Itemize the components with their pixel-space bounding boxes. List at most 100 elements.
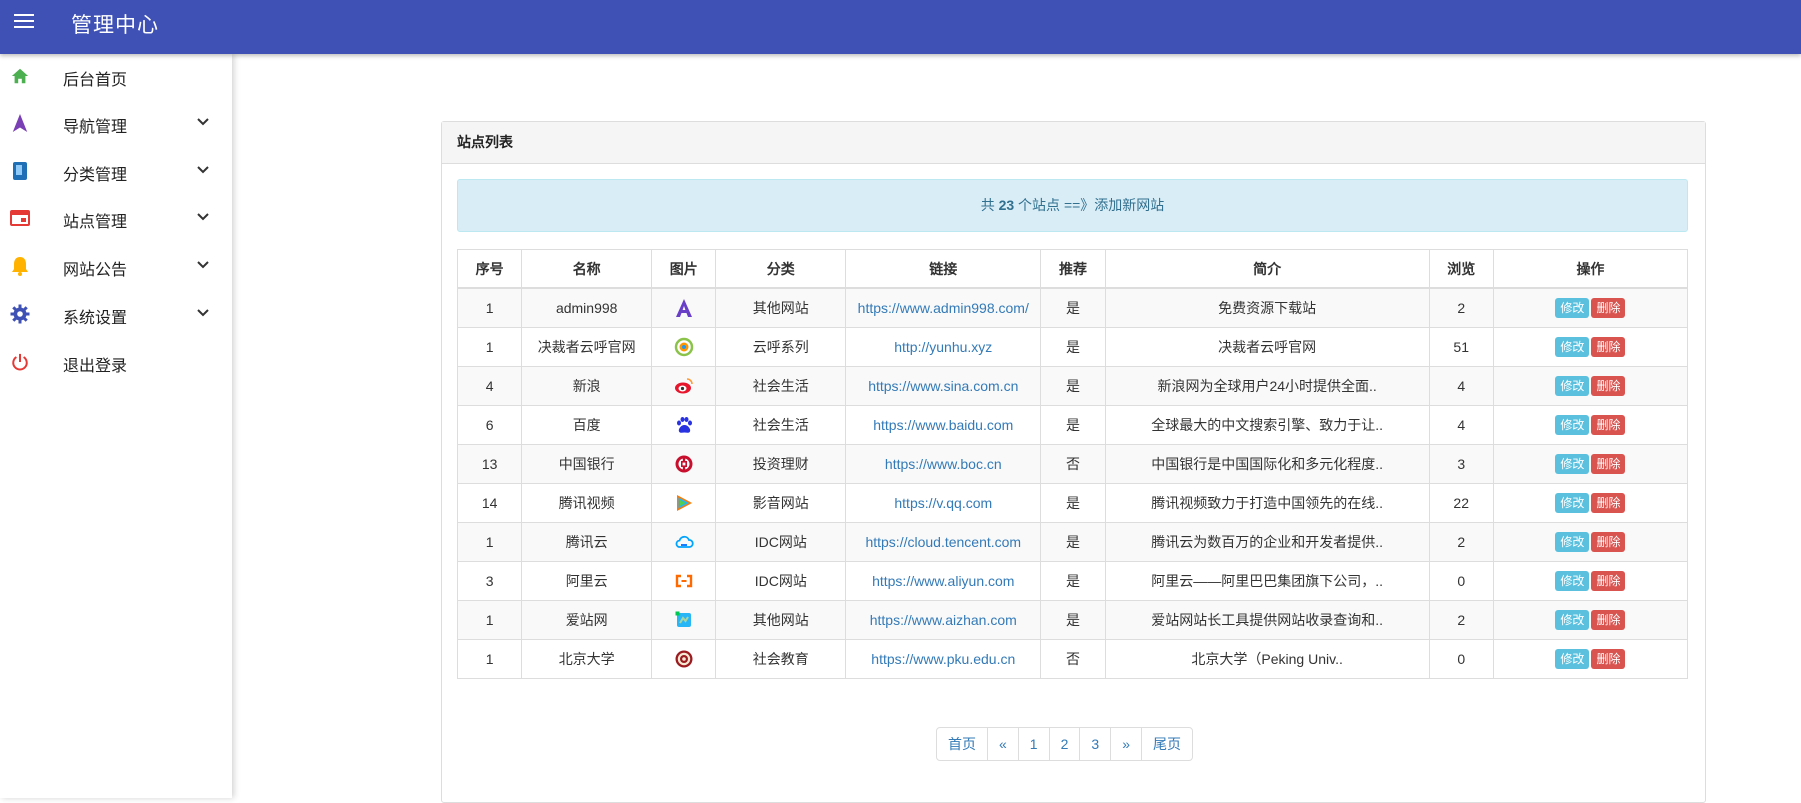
edit-button[interactable]: 修改 [1555, 454, 1590, 474]
table-row: 1 决裁者云呼官网 云呼系列 http://yunhu.xyz 是决裁者云呼官网 51 修改… [456, 327, 1689, 367]
sina-weibo-logo-icon [674, 376, 694, 396]
edit-button[interactable]: 修改 [1555, 532, 1590, 552]
pagination: 首页 « 1 2 3 » 尾页 [936, 727, 1193, 761]
site-name: admin998 [521, 287, 653, 328]
row-id: 1 [456, 327, 523, 367]
site-link[interactable]: https://cloud.tencent.com [865, 534, 1021, 550]
site-description: 新浪网为全球用户24小时提供全面.. [1104, 366, 1430, 406]
sidebar-item-categories[interactable]: 分类管理 [0, 149, 232, 193]
home-icon [10, 66, 30, 86]
site-link-cell: https://v.qq.com [845, 483, 1042, 523]
prev-page-button[interactable]: « [987, 727, 1019, 761]
table-row: 6 百度 社会生活 https://www.baidu.com 是全球最大的中文搜索引擎… [456, 405, 1689, 445]
actions-cell: 修改 删除 [1492, 639, 1689, 679]
delete-button[interactable]: 删除 [1591, 649, 1626, 669]
chevron-down-icon [197, 261, 209, 269]
main-content: 站点列表 共 23 个站点 ==》添加新网站 序号 名称 图片 分类 链接 推荐… [232, 54, 1801, 803]
delete-button[interactable]: 删除 [1591, 298, 1626, 318]
delete-button[interactable]: 删除 [1591, 337, 1626, 357]
site-image-cell [651, 287, 717, 328]
boc-logo-icon [674, 454, 694, 474]
site-name: 腾讯云 [521, 522, 653, 562]
edit-button[interactable]: 修改 [1555, 571, 1590, 591]
site-link-cell: https://www.aliyun.com [845, 561, 1042, 601]
site-link[interactable]: https://www.aliyun.com [872, 573, 1014, 589]
row-id: 4 [456, 366, 523, 406]
sidebar-item-label: 导航管理 [63, 119, 128, 136]
site-image-cell [651, 561, 717, 601]
sidebar-item-settings[interactable]: 系统设置 [0, 292, 232, 336]
site-link-cell: https://cloud.tencent.com [845, 522, 1042, 562]
actions-cell: 修改 删除 [1492, 327, 1689, 367]
sidebar-item-dashboard[interactable]: 后台首页 [0, 54, 232, 98]
edit-button[interactable]: 修改 [1555, 493, 1590, 513]
site-count: 23 [998, 197, 1015, 213]
edit-button[interactable]: 修改 [1555, 649, 1590, 669]
site-link[interactable]: https://www.boc.cn [885, 456, 1002, 472]
row-id: 14 [456, 483, 523, 523]
site-image-cell [651, 522, 717, 562]
site-category: 社会生活 [715, 366, 847, 406]
edit-button[interactable]: 修改 [1555, 337, 1590, 357]
delete-button[interactable]: 删除 [1591, 376, 1626, 396]
site-category: 社会教育 [715, 639, 847, 679]
sidebar-item-logout[interactable]: 退出登录 [0, 340, 232, 384]
delete-button[interactable]: 删除 [1591, 415, 1626, 435]
edit-button[interactable]: 修改 [1555, 610, 1590, 630]
alert-suffix: 个站点 [1014, 197, 1064, 213]
sidebar-item-label: 分类管理 [63, 167, 128, 184]
site-link[interactable]: https://www.baidu.com [873, 417, 1013, 433]
site-link[interactable]: http://yunhu.xyz [894, 339, 992, 355]
column-header: 推荐 [1040, 249, 1106, 289]
site-link[interactable]: https://www.pku.edu.cn [871, 651, 1015, 667]
site-description: 北京大学（Peking Univ.. [1104, 639, 1430, 679]
first-page-button[interactable]: 首页 [936, 727, 988, 761]
recommended-flag: 否 [1040, 639, 1106, 679]
site-name: 中国银行 [521, 444, 653, 484]
page-1-button[interactable]: 1 [1017, 727, 1050, 761]
hamburger-menu-icon[interactable] [12, 12, 36, 32]
chevron-down-icon [197, 166, 209, 174]
site-image-cell [651, 483, 717, 523]
site-category: IDC网站 [715, 561, 847, 601]
delete-button[interactable]: 删除 [1591, 532, 1626, 552]
column-header: 名称 [521, 249, 653, 289]
sidebar-item-sites[interactable]: 站点管理 [0, 196, 232, 240]
actions-cell: 修改 删除 [1492, 287, 1689, 328]
site-link[interactable]: https://www.admin998.com/ [858, 300, 1029, 316]
view-count: 2 [1428, 522, 1494, 562]
delete-button[interactable]: 删除 [1591, 454, 1626, 474]
site-link[interactable]: https://www.aizhan.com [870, 612, 1017, 628]
site-description: 腾讯视频致力于打造中国领先的在线.. [1104, 483, 1430, 523]
sidebar-item-announcements[interactable]: 网站公告 [0, 244, 232, 288]
recommended-flag: 是 [1040, 287, 1106, 328]
site-category: 影音网站 [715, 483, 847, 523]
sidebar-item-label: 网站公告 [63, 262, 128, 279]
delete-button[interactable]: 删除 [1591, 571, 1626, 591]
next-page-button[interactable]: » [1110, 727, 1142, 761]
view-count: 0 [1428, 561, 1494, 601]
table-row: 1 北京大学 社会教育 https://www.pku.edu.cn 否北京大学（Pek… [456, 639, 1689, 679]
edit-button[interactable]: 修改 [1555, 415, 1590, 435]
site-name: 决裁者云呼官网 [521, 327, 653, 367]
edit-button[interactable]: 修改 [1555, 376, 1590, 396]
panel-heading: 站点列表 [442, 122, 1705, 164]
last-page-button[interactable]: 尾页 [1140, 727, 1193, 761]
site-link-cell: https://www.admin998.com/ [845, 287, 1042, 328]
add-site-link[interactable]: ==》添加新网站 [1064, 197, 1164, 213]
edit-button[interactable]: 修改 [1555, 298, 1590, 318]
delete-button[interactable]: 删除 [1591, 610, 1626, 630]
column-header: 操作 [1492, 249, 1689, 289]
baidu-paw-logo-icon [674, 415, 694, 435]
tencent-video-logo-icon [674, 493, 694, 513]
site-name: 北京大学 [521, 639, 653, 679]
sidebar-item-navigation[interactable]: 导航管理 [0, 101, 232, 145]
column-header: 序号 [456, 249, 523, 289]
site-link[interactable]: https://v.qq.com [894, 495, 992, 511]
delete-button[interactable]: 删除 [1591, 493, 1626, 513]
page-2-button[interactable]: 2 [1048, 727, 1081, 761]
site-link[interactable]: https://www.sina.com.cn [868, 378, 1018, 394]
site-name: 爱站网 [521, 600, 653, 640]
site-link-cell: https://www.aizhan.com [845, 600, 1042, 640]
page-3-button[interactable]: 3 [1079, 727, 1112, 761]
